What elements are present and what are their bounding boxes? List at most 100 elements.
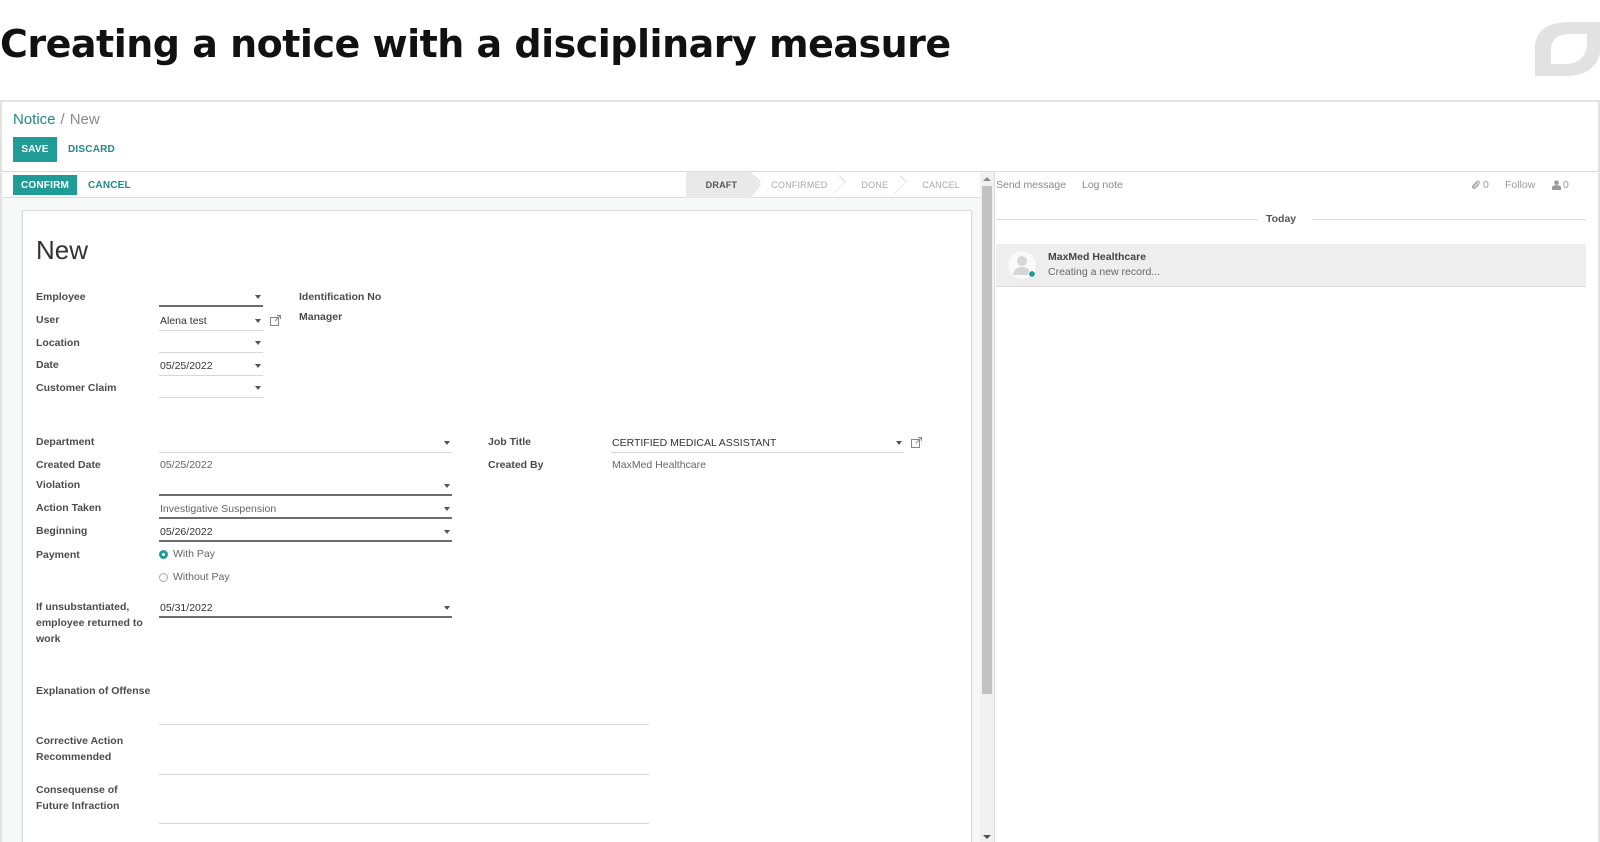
chatter-message: MaxMed Healthcare Creating a new record.… bbox=[996, 244, 1586, 287]
breadcrumb-notice-link[interactable]: Notice bbox=[13, 111, 56, 128]
beginning-field[interactable]: 05/26/2022 bbox=[159, 522, 452, 542]
explanation-label: Explanation of Offense bbox=[36, 685, 151, 697]
brand-logo-icon bbox=[1535, 22, 1600, 76]
user-icon bbox=[1552, 180, 1561, 190]
attachments-count: 0 bbox=[1483, 179, 1489, 191]
consequence-label: Consequense of Future Infraction bbox=[36, 782, 119, 814]
stage-draft: DRAFT bbox=[685, 172, 761, 198]
external-link-icon[interactable] bbox=[911, 437, 922, 448]
app-window: Notice / New SAVE DISCARD CONFIRM CANCEL D… bbox=[0, 100, 1600, 842]
discard-button[interactable]: DISCARD bbox=[68, 144, 115, 155]
confirm-button[interactable]: CONFIRM bbox=[13, 175, 77, 195]
textarea-underline bbox=[159, 823, 649, 824]
location-field[interactable] bbox=[159, 333, 263, 353]
form-sheet: New Employee User Alena test Location Da… bbox=[22, 210, 972, 842]
manager-label: Manager bbox=[299, 311, 343, 323]
label-line: work bbox=[36, 633, 61, 645]
radio-label: With Pay bbox=[173, 548, 216, 560]
user-label: User bbox=[36, 314, 60, 326]
date-field[interactable]: 05/25/2022 bbox=[159, 356, 263, 376]
cancel-button[interactable]: CANCEL bbox=[88, 180, 131, 191]
stage-label: DONE bbox=[861, 180, 889, 190]
separator-line bbox=[1312, 219, 1586, 220]
date-value: 05/25/2022 bbox=[160, 360, 213, 372]
radio-checked-icon[interactable] bbox=[159, 549, 168, 559]
consequence-textarea[interactable] bbox=[159, 800, 649, 823]
action-taken-label: Action Taken bbox=[36, 502, 102, 514]
avatar bbox=[1008, 251, 1036, 279]
dropdown-caret-icon[interactable] bbox=[896, 441, 902, 445]
beginning-label: Beginning bbox=[36, 525, 88, 537]
job-title-label: Job Title bbox=[488, 436, 531, 448]
radio-with-pay[interactable]: With Pay bbox=[159, 548, 215, 560]
scroll-up-arrow-icon[interactable] bbox=[983, 177, 991, 181]
form-scrollbar[interactable] bbox=[980, 172, 994, 842]
attachments-button[interactable]: 0 bbox=[1471, 179, 1489, 191]
violation-label: Violation bbox=[36, 479, 81, 491]
department-field[interactable] bbox=[159, 433, 452, 453]
statusbar: CONFIRM CANCEL DRAFT CONFIRMED DONE CANC… bbox=[2, 172, 980, 198]
followers-count: 0 bbox=[1563, 179, 1569, 191]
radio-without-pay[interactable]: Without Pay bbox=[159, 571, 230, 583]
status-stages: DRAFT CONFIRMED DONE CANCEL bbox=[685, 172, 980, 198]
textarea-underline bbox=[159, 774, 649, 775]
control-panel: Notice / New SAVE DISCARD bbox=[2, 102, 1598, 172]
label-line: Consequense of bbox=[36, 784, 118, 796]
user-field[interactable]: Alena test bbox=[159, 311, 263, 331]
breadcrumb-current: New bbox=[69, 111, 100, 128]
dropdown-caret-icon[interactable] bbox=[444, 484, 450, 488]
corrective-action-textarea[interactable] bbox=[159, 751, 649, 774]
label-line: Corrective Action bbox=[36, 735, 124, 747]
return-to-work-field[interactable]: 05/31/2022 bbox=[159, 598, 452, 618]
employee-field[interactable] bbox=[159, 287, 263, 307]
created-by-link[interactable]: MaxMed Healthcare bbox=[611, 455, 904, 475]
dropdown-caret-icon[interactable] bbox=[444, 507, 450, 511]
explanation-textarea[interactable] bbox=[159, 701, 649, 724]
dropdown-caret-icon[interactable] bbox=[255, 319, 261, 323]
job-title-field[interactable]: CERTIFIED MEDICAL ASSISTANT bbox=[611, 433, 904, 453]
corrective-action-label: Corrective Action Recommended bbox=[36, 733, 123, 765]
label-line: Future Infraction bbox=[36, 800, 120, 812]
external-link-icon[interactable] bbox=[270, 315, 281, 326]
location-label: Location bbox=[36, 337, 80, 349]
dropdown-caret-icon[interactable] bbox=[255, 295, 261, 299]
stage-label: DRAFT bbox=[705, 180, 738, 190]
paperclip-icon bbox=[1471, 180, 1481, 189]
dropdown-caret-icon[interactable] bbox=[255, 364, 261, 368]
dropdown-caret-icon[interactable] bbox=[444, 441, 450, 445]
dropdown-caret-icon[interactable] bbox=[255, 386, 261, 390]
online-status-icon bbox=[1028, 270, 1036, 278]
message-author[interactable]: MaxMed Healthcare bbox=[1048, 251, 1146, 263]
created-by-label: Created By bbox=[488, 459, 544, 471]
label-line: Recommended bbox=[36, 751, 112, 763]
date-separator-label: Today bbox=[1266, 213, 1297, 225]
dropdown-caret-icon[interactable] bbox=[255, 341, 261, 345]
customer-claim-field[interactable] bbox=[159, 378, 263, 398]
log-note-button[interactable]: Log note bbox=[1082, 179, 1123, 191]
employee-label: Employee bbox=[36, 291, 86, 303]
customer-claim-label: Customer Claim bbox=[36, 382, 117, 394]
form-view: CONFIRM CANCEL DRAFT CONFIRMED DONE CANC… bbox=[2, 172, 995, 842]
scroll-down-arrow-icon[interactable] bbox=[983, 835, 991, 839]
follow-button[interactable]: Follow bbox=[1505, 179, 1535, 191]
action-taken-field[interactable]: Investigative Suspension bbox=[159, 499, 452, 519]
payment-label: Payment bbox=[36, 549, 80, 561]
scrollbar-thumb[interactable] bbox=[982, 186, 992, 694]
label-line: employee returned to bbox=[36, 617, 143, 629]
dropdown-caret-icon[interactable] bbox=[444, 530, 450, 534]
followers-button[interactable]: 0 bbox=[1552, 179, 1569, 191]
created-date-label: Created Date bbox=[36, 459, 101, 471]
stage-cancel: CANCEL bbox=[902, 172, 980, 198]
stage-label: CANCEL bbox=[922, 180, 960, 190]
stage-confirmed: CONFIRMED bbox=[742, 172, 847, 198]
return-to-work-label: If unsubstantiated, employee returned to w… bbox=[36, 599, 151, 647]
return-to-work-value: 05/31/2022 bbox=[160, 602, 213, 614]
radio-unchecked-icon[interactable] bbox=[159, 572, 168, 582]
violation-field[interactable] bbox=[159, 476, 452, 496]
save-button[interactable]: SAVE bbox=[13, 137, 57, 162]
send-message-button[interactable]: Send message bbox=[996, 179, 1066, 191]
dropdown-caret-icon[interactable] bbox=[444, 606, 450, 610]
breadcrumb-separator: / bbox=[60, 111, 65, 128]
date-label: Date bbox=[36, 359, 59, 371]
action-taken-value: Investigative Suspension bbox=[160, 503, 277, 515]
